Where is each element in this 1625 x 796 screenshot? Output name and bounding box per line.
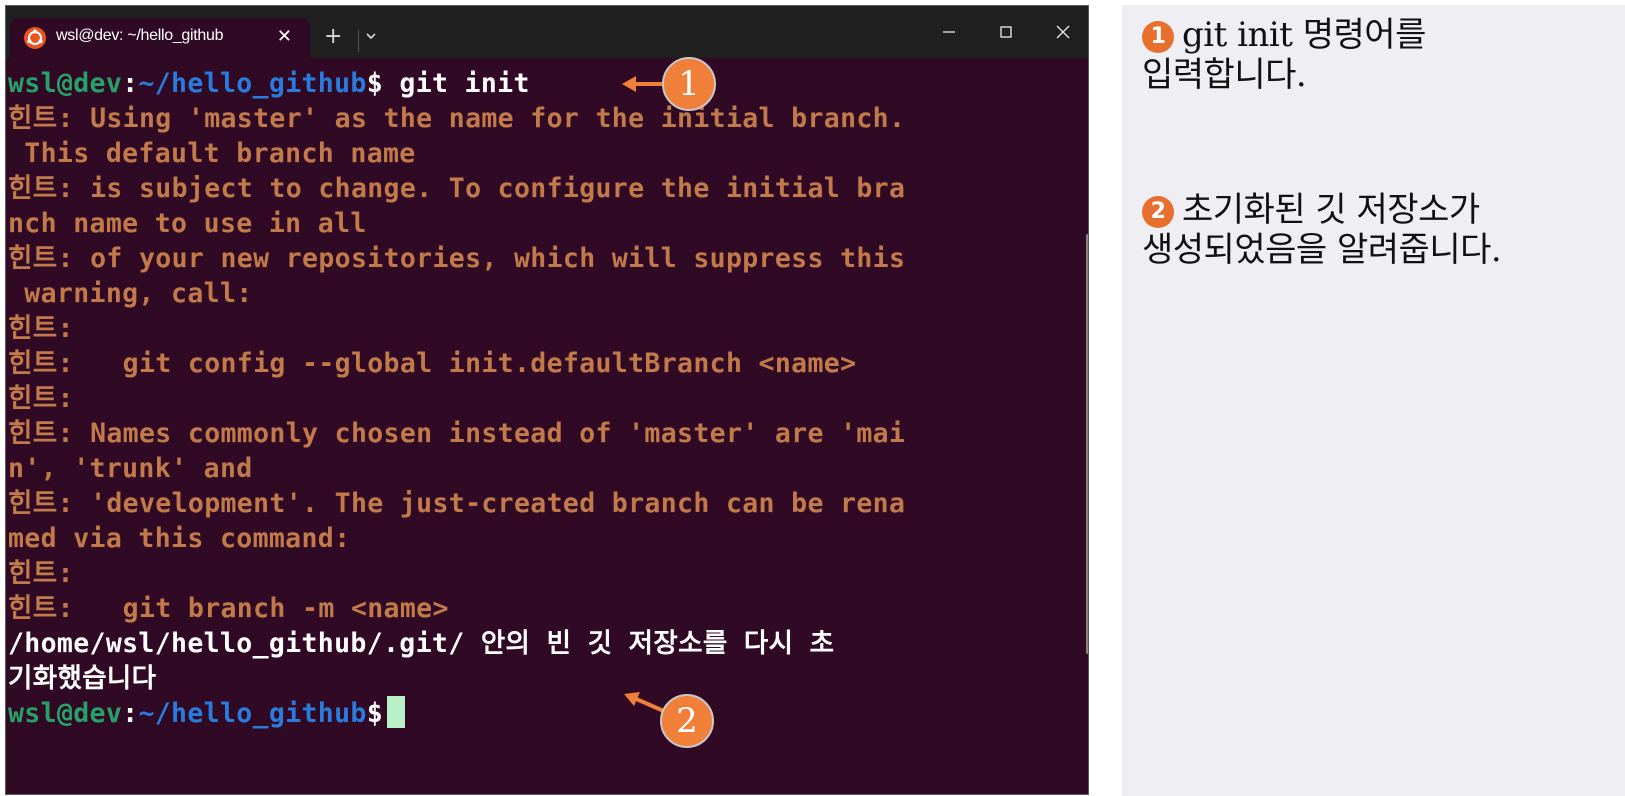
maximize-icon bbox=[1000, 26, 1012, 38]
new-tab-button[interactable]: + bbox=[324, 26, 342, 48]
tab-divider bbox=[358, 30, 359, 52]
scrollbar[interactable] bbox=[1086, 234, 1088, 654]
hint-line: 힌트: Using 'master' as the name for the i… bbox=[8, 103, 906, 134]
command-text: git init bbox=[383, 68, 530, 99]
annotation-line: git init 명령어를 bbox=[1182, 15, 1426, 55]
hint-line: 힌트: of your new repositories, which will… bbox=[8, 243, 906, 274]
hint-line: This default branch name bbox=[8, 138, 416, 169]
result-line: 기화했습니다 bbox=[8, 663, 157, 694]
hint-line: 힌트: git branch -m <name> bbox=[8, 593, 449, 624]
annotation-line: 생성되었음을 알려줍니다. bbox=[1142, 230, 1502, 270]
close-button[interactable] bbox=[1040, 16, 1086, 48]
callout-number: 2 bbox=[660, 694, 714, 748]
result-line: /home/wsl/hello_github/.git/ 안의 빈 깃 저장소를… bbox=[8, 628, 835, 659]
minimize-icon bbox=[943, 31, 955, 33]
annotation-badge: 2 bbox=[1142, 196, 1174, 228]
hint-line: warning, call: bbox=[8, 278, 253, 309]
prompt-line-active: wsl@dev:~/hello_github$ bbox=[8, 696, 406, 732]
maximize-button[interactable] bbox=[983, 16, 1029, 48]
text-cursor bbox=[387, 696, 406, 728]
prompt-separator: : bbox=[122, 68, 139, 99]
hint-line: 힌트: 'development'. The just-created bran… bbox=[8, 488, 906, 519]
hint-line: n', 'trunk' and bbox=[8, 453, 253, 484]
prompt-path: ~/hello_github bbox=[138, 698, 367, 729]
hint-line: 힌트: bbox=[8, 558, 74, 589]
hint-line: 힌트: bbox=[8, 383, 74, 414]
hint-line: med via this command: bbox=[8, 523, 351, 554]
annotation-badge: 1 bbox=[1142, 21, 1174, 53]
minimize-button[interactable] bbox=[926, 16, 972, 48]
hint-line: 힌트: is subject to change. To configure t… bbox=[8, 173, 906, 204]
terminal-tab[interactable]: wsl@dev: ~/hello_github ✕ bbox=[10, 18, 310, 58]
prompt-separator: : bbox=[122, 698, 139, 729]
annotation-2: 2 초기화된 깃 저장소가 생성되었음을 알려줍니다. bbox=[1142, 190, 1502, 270]
callout-1: 1 bbox=[620, 55, 720, 115]
tab-close-icon[interactable]: ✕ bbox=[277, 26, 292, 48]
hint-line: 힌트: bbox=[8, 313, 74, 344]
hint-line: nch name to use in all bbox=[8, 208, 367, 239]
prompt-path: ~/hello_github bbox=[138, 68, 367, 99]
terminal-output[interactable]: wsl@dev:~/hello_github$ git init 힌트: Usi… bbox=[8, 66, 1058, 786]
prompt-line-command: wsl@dev:~/hello_github$ git init bbox=[8, 66, 530, 102]
terminal-window: wsl@dev: ~/hello_github ✕ + wsl@dev:~/he… bbox=[5, 5, 1089, 795]
close-icon bbox=[1056, 25, 1070, 39]
annotation-1: 1 git init 명령어를 입력합니다. bbox=[1142, 15, 1426, 95]
title-bar: wsl@dev: ~/hello_github ✕ + bbox=[6, 6, 1088, 58]
tab-title: wsl@dev: ~/hello_github bbox=[56, 27, 224, 44]
prompt-user: wsl@dev bbox=[8, 68, 123, 99]
prompt-dollar: $ bbox=[366, 68, 384, 99]
prompt-user: wsl@dev bbox=[8, 698, 123, 729]
callout-number: 1 bbox=[662, 57, 716, 111]
ubuntu-icon bbox=[24, 27, 46, 49]
annotation-line: 초기화된 깃 저장소가 bbox=[1182, 190, 1480, 230]
hint-line: 힌트: Names commonly chosen instead of 'ma… bbox=[8, 418, 906, 449]
annotation-line: 입력합니다. bbox=[1142, 55, 1307, 95]
callout-2: 2 bbox=[620, 690, 720, 752]
hint-line: 힌트: git config --global init.defaultBran… bbox=[8, 348, 857, 379]
prompt-dollar: $ bbox=[366, 698, 384, 729]
annotation-panel: 1 git init 명령어를 입력합니다. 2 초기화된 깃 저장소가 생성되었음… bbox=[1122, 5, 1625, 796]
chevron-down-icon[interactable] bbox=[364, 28, 378, 47]
